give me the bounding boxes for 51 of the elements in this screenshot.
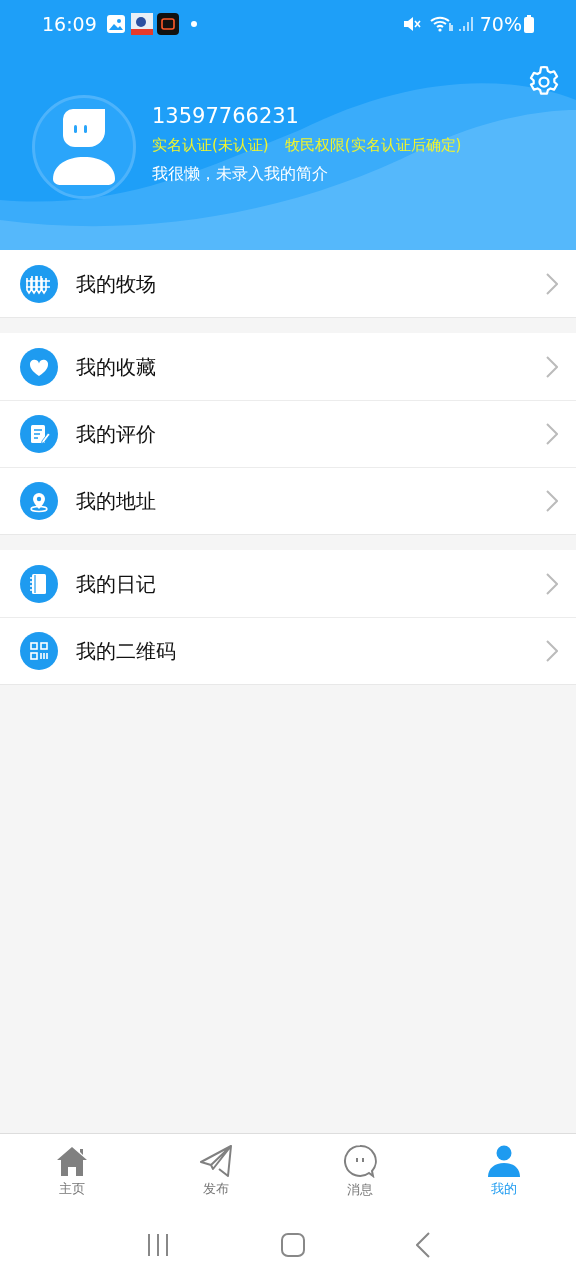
notebook-icon <box>20 564 58 603</box>
menu-item[interactable]: 我的日记 <box>0 550 576 617</box>
permission-status: 牧民权限(实名认证后确定) <box>284 135 462 157</box>
person-icon <box>487 1145 521 1178</box>
location-pin-icon <box>20 482 58 520</box>
tab-label: 主页 <box>59 1180 85 1199</box>
avatar-figure-icon <box>53 109 115 185</box>
recorder-icon <box>156 13 179 35</box>
menu-label: 我的评价 <box>76 421 157 448</box>
chevron-right-icon <box>546 355 558 378</box>
tab[interactable]: 发布 <box>144 1134 288 1210</box>
mute-icon <box>401 15 422 33</box>
menu-label: 我的牧场 <box>76 270 157 298</box>
gallery-icon <box>106 15 125 33</box>
tab-label: 发布 <box>203 1180 229 1199</box>
status-time: 16:09 <box>42 11 97 37</box>
menu-item[interactable]: 我的牧场 <box>0 250 576 317</box>
tab[interactable]: 主页 <box>0 1134 144 1210</box>
menu-label: 我的二维码 <box>76 638 177 665</box>
tab-label: 我的 <box>491 1180 517 1199</box>
speech-bubble-icon <box>343 1144 377 1179</box>
menu-label: 我的地址 <box>76 488 157 515</box>
chevron-right-icon <box>546 423 558 445</box>
wifi-icon <box>429 15 454 33</box>
bio-text: 我很懒，未录入我的简介 <box>152 162 329 185</box>
verification-status: 实名认证(未认证) <box>152 135 269 157</box>
battery-percentage: 70% <box>479 11 522 37</box>
app-icon <box>130 13 153 35</box>
home-icon <box>55 1145 89 1178</box>
paper-plane-icon <box>199 1145 233 1178</box>
signal-icon <box>457 15 474 33</box>
menu-label: 我的日记 <box>76 570 157 598</box>
chevron-right-icon <box>546 272 558 295</box>
menu-item[interactable]: 我的收藏 <box>0 333 576 400</box>
recent-apps-icon[interactable] <box>145 1233 170 1257</box>
home-button-icon[interactable] <box>281 1233 305 1257</box>
tab[interactable]: 消息 <box>288 1134 432 1210</box>
menu-item[interactable]: 我的地址 <box>0 467 576 534</box>
chevron-right-icon <box>546 640 558 662</box>
note-edit-icon <box>20 415 58 453</box>
chevron-right-icon <box>546 490 558 512</box>
battery-icon <box>524 15 534 33</box>
menu-item[interactable]: 我的评价 <box>0 400 576 467</box>
chevron-right-icon <box>546 572 558 595</box>
phone-number: 13597766231 <box>152 103 300 131</box>
back-icon[interactable] <box>416 1232 431 1258</box>
fence-icon <box>20 264 58 303</box>
menu-item[interactable]: 我的二维码 <box>0 617 576 684</box>
qr-code-icon <box>20 632 58 670</box>
menu-label: 我的收藏 <box>76 353 157 381</box>
tab-label: 消息 <box>347 1181 373 1200</box>
